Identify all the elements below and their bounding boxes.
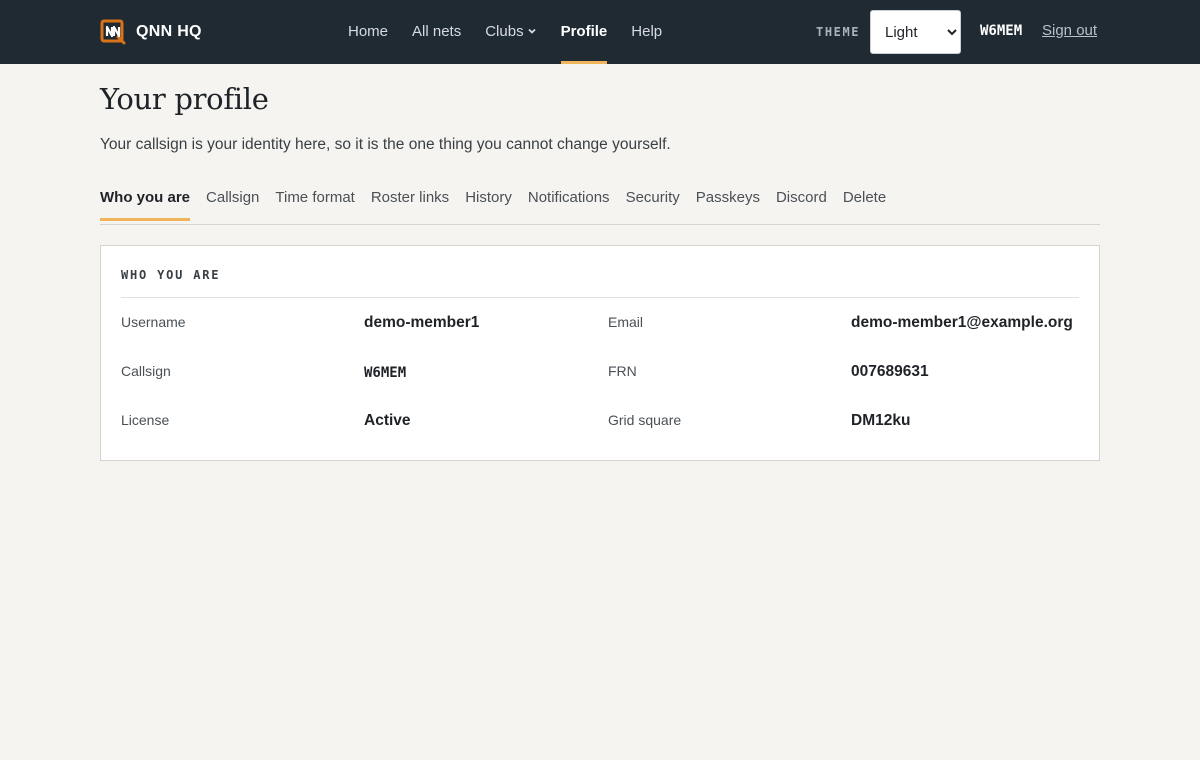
brand-name: QNN HQ [136,23,202,40]
page-subtitle: Your callsign is your identity here, so … [100,136,671,153]
nav-clubs[interactable]: Clubs [485,0,536,64]
email-value: demo-member1@example.org [851,314,1073,331]
nav-profile[interactable]: Profile [560,0,607,64]
nav-all-nets[interactable]: All nets [412,0,461,64]
nav-clubs-label: Clubs [485,22,524,40]
tab-discord[interactable]: Discord [776,182,827,225]
email-label: Email [608,314,644,330]
tab-who-you-are[interactable]: Who you are [100,182,191,225]
profile-tabs: Who you are Callsign Time format Roster … [100,182,1100,225]
theme-label: THEME [816,25,861,39]
license-value: Active [364,412,411,429]
brand[interactable]: QNN HQ [100,19,202,45]
sign-out-link[interactable]: Sign out [1042,22,1097,39]
frn-value: 007689631 [851,363,929,380]
tab-passkeys[interactable]: Passkeys [696,182,760,225]
theme-select[interactable]: Light [870,10,961,54]
tab-delete[interactable]: Delete [843,182,886,225]
tab-callsign[interactable]: Callsign [206,182,259,225]
callsign-value: W6MEM [364,365,407,381]
top-navbar: QNN HQ Home All nets Clubs Profile Help … [0,0,1200,64]
license-label: License [121,412,170,428]
username-value: demo-member1 [364,314,480,331]
frn-label: FRN [608,363,637,379]
grid-square-label: Grid square [608,412,682,428]
main-content: Your profile Your callsign is your ident… [100,64,1100,461]
chevron-down-icon [527,28,536,34]
main-nav: Home All nets Clubs Profile Help [348,0,686,64]
nav-help[interactable]: Help [631,0,662,64]
tab-security[interactable]: Security [626,182,680,225]
username-label: Username [121,314,186,330]
page-title: Your profile [100,82,269,116]
tab-notifications[interactable]: Notifications [528,182,610,225]
tab-roster-links[interactable]: Roster links [371,182,449,225]
tab-time-format[interactable]: Time format [275,182,354,225]
user-callsign: W6MEM [980,23,1023,39]
tab-history[interactable]: History [465,182,512,225]
qnn-logo-icon [100,19,126,45]
who-you-are-panel: WHO YOU ARE Username demo-member1 Email … [100,245,1100,461]
callsign-label: Callsign [121,363,171,379]
profile-fields: Username demo-member1 Email demo-member1… [121,298,1079,459]
nav-home[interactable]: Home [348,0,388,64]
grid-square-value: DM12ku [851,412,911,429]
panel-title: WHO YOU ARE [121,268,1079,298]
